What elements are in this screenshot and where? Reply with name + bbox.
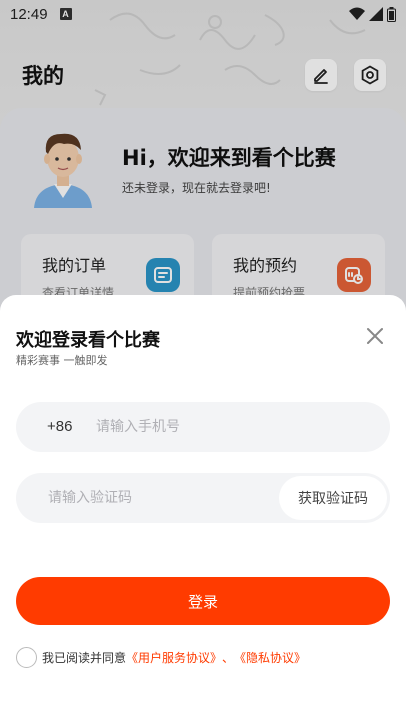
phone-input[interactable] — [96, 415, 366, 439]
close-button[interactable] — [364, 325, 386, 347]
country-code[interactable]: +86 — [47, 418, 72, 435]
phone-field[interactable]: +86 — [16, 402, 390, 452]
login-sheet-title: 欢迎登录看个比赛 — [16, 330, 160, 351]
agreement-row: 我已阅读并同意 《用户服务协议》 、 《隐私协议》 — [16, 646, 306, 668]
login-sheet: 欢迎登录看个比赛 精彩赛事 一触即发 +86 获取验证码 登录 我已阅读并同意 … — [0, 295, 406, 723]
agreement-text: 我已阅读并同意 — [42, 650, 127, 665]
privacy-policy-link[interactable]: 《隐私协议》 — [234, 649, 306, 666]
close-icon — [367, 328, 383, 344]
agreement-separator: 、 — [222, 650, 235, 665]
login-button[interactable]: 登录 — [16, 577, 390, 625]
get-code-button[interactable]: 获取验证码 — [279, 476, 387, 520]
user-agreement-link[interactable]: 《用户服务协议》 — [126, 649, 222, 666]
verification-code-input[interactable] — [48, 486, 268, 510]
login-sheet-subtitle: 精彩赛事 一触即发 — [16, 354, 108, 367]
verification-code-field[interactable]: 获取验证码 — [16, 473, 390, 523]
agreement-checkbox[interactable] — [16, 646, 37, 668]
